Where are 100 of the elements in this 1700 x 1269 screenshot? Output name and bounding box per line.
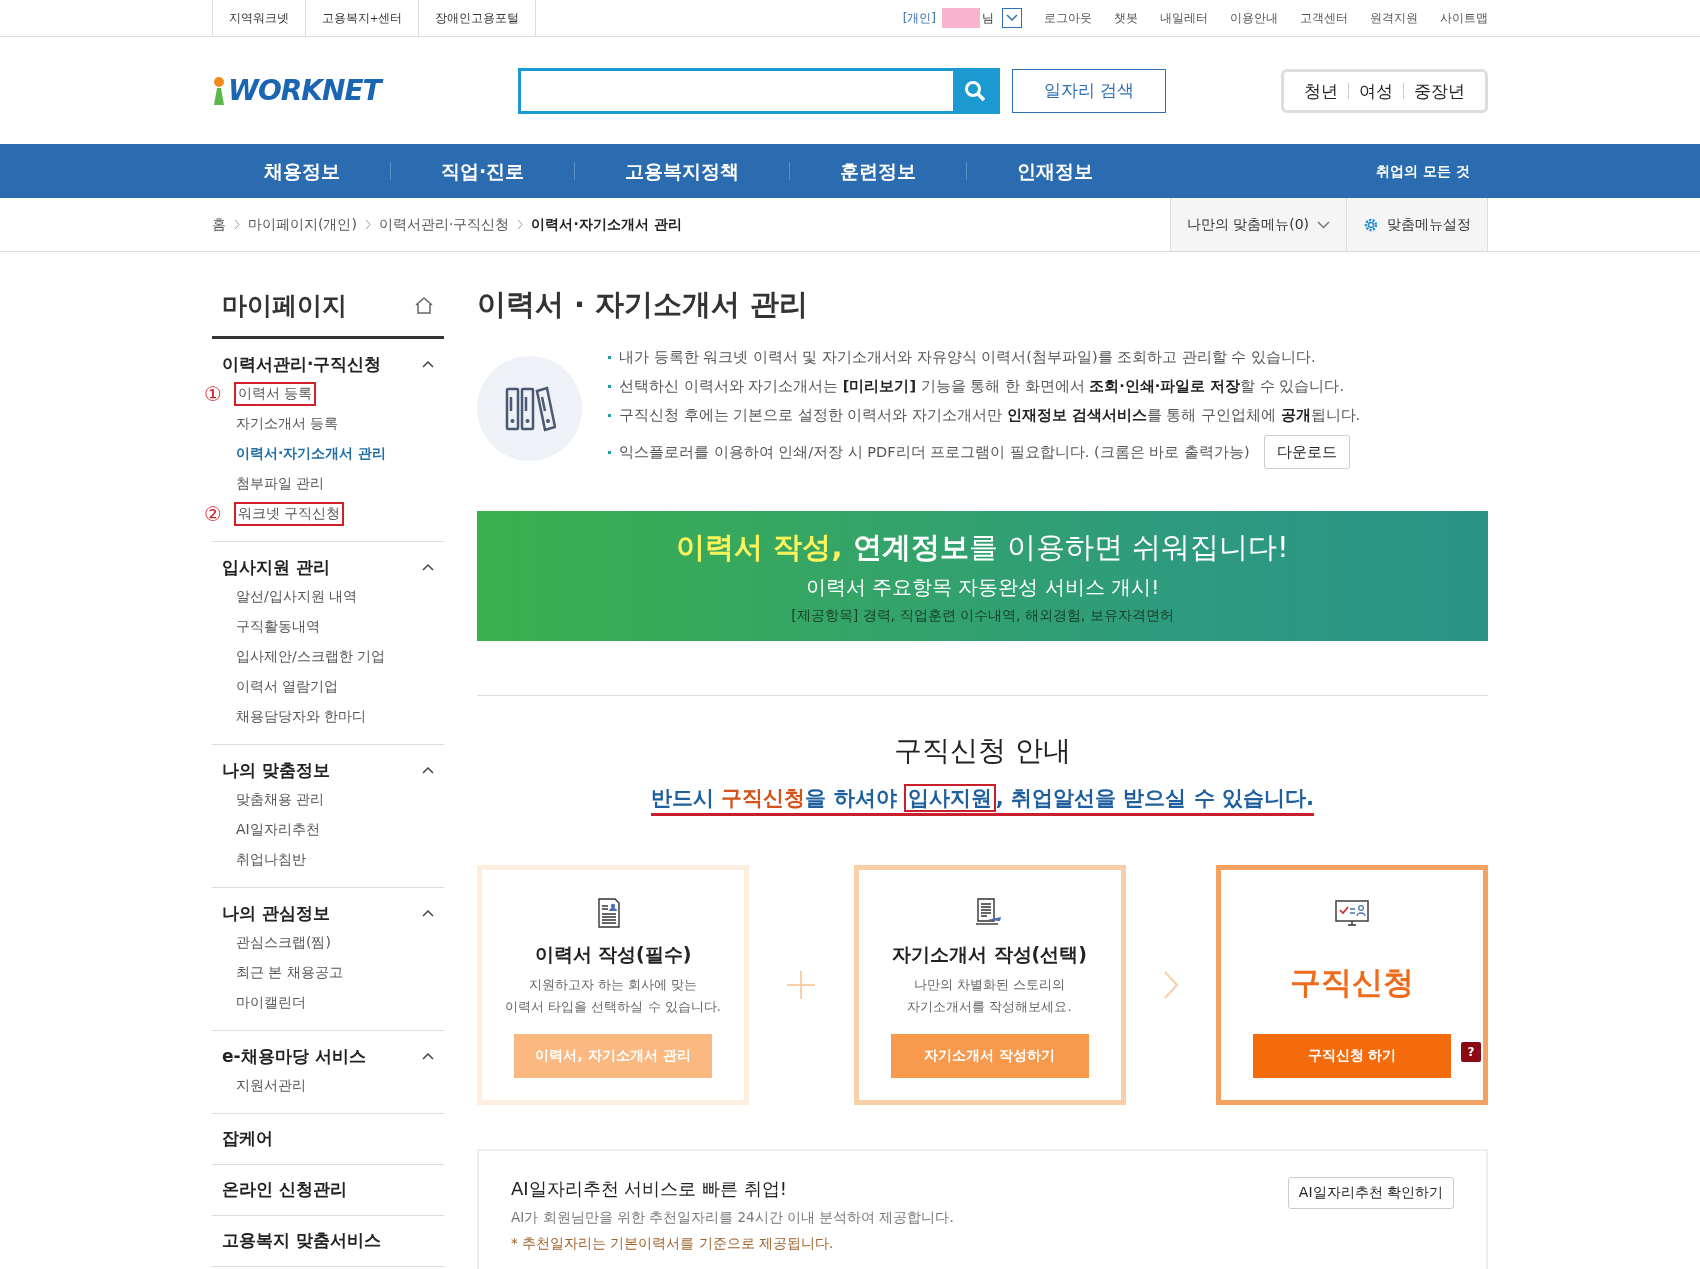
banner-headline: 이력서 작성, 연계정보를 이용하면 쉬워집니다! xyxy=(676,528,1289,566)
chevron-right-icon xyxy=(517,219,524,230)
sidebar-item[interactable]: 지원서관리 xyxy=(234,1076,308,1096)
top-link[interactable]: 고객센터 xyxy=(1300,9,1348,27)
breadcrumb-item: 이력서·자기소개서 관리 xyxy=(531,215,682,234)
info-text: 익스플로러를 이용하여 인쇄/저장 시 PDF리더 프로그램이 필요합니다. (크롬은 바로 출력가능) xyxy=(619,442,1250,462)
page-title: 이력서 · 자기소개서 관리 xyxy=(477,286,810,323)
monitor-checklist-icon xyxy=(1335,898,1369,928)
guide-sentence: 반드시 구직신청을 하셔야 입사지원 , 취업알선을 받으실 수 있습니다. xyxy=(650,784,1315,816)
audience-tab[interactable]: 청년 xyxy=(1294,82,1348,99)
binders-icon xyxy=(503,384,556,433)
sidebar-group-title[interactable]: 고용복지 맞춤서비스 xyxy=(222,1228,381,1252)
help-button[interactable]: ? xyxy=(1461,1042,1481,1062)
chevron-right-icon xyxy=(364,219,371,230)
sidebar-item[interactable]: AI일자리추천 xyxy=(234,820,322,840)
top-link[interactable]: 로그아웃 xyxy=(1044,9,1092,27)
sidebar-item[interactable]: 맞춤채용 관리 xyxy=(234,790,327,810)
annotation-number: ② xyxy=(204,502,222,526)
card-description: 지원하고자 하는 회사에 맞는 이력서 타입을 선택하실 수 있습니다. xyxy=(505,976,721,1016)
bullet-icon xyxy=(608,450,611,454)
chevron-right-icon xyxy=(1163,971,1178,999)
ai-recommend-button[interactable]: AI일자리추천 확인하기 xyxy=(1287,1177,1454,1209)
sidebar-group-title[interactable]: 나의 맞춤정보 xyxy=(222,758,330,782)
banner-subline: 이력서 주요항목 자동완성 서비스 개시! xyxy=(805,573,1160,601)
sidebar-item[interactable]: 이력서 등록 xyxy=(234,382,317,406)
nav-item[interactable]: 고용복지정책 xyxy=(574,162,790,180)
sidebar-item[interactable]: 마이캘린더 xyxy=(234,993,308,1013)
top-link[interactable]: 이용안내 xyxy=(1230,9,1278,27)
job-search-button[interactable]: 일자리 검색 xyxy=(1012,68,1166,113)
sidebar-group-title[interactable]: e-채용마당 서비스 xyxy=(222,1044,366,1068)
top-link[interactable]: 내일레터 xyxy=(1160,9,1208,27)
top-link[interactable]: 사이트맵 xyxy=(1440,9,1488,27)
annotation-number: ① xyxy=(204,382,222,406)
chevron-up-icon[interactable] xyxy=(422,1052,434,1060)
sidebar-item[interactable]: 자기소개서 등록 xyxy=(234,414,341,434)
sidebar-item[interactable]: 워크넷 구직신청 xyxy=(234,502,345,526)
gear-icon xyxy=(1363,216,1379,233)
promo-banner[interactable]: 이력서 작성, 연계정보를 이용하면 쉬워집니다! 이력서 주요항목 자동완성 서비스 개시! [제공항목] 경력, 직업훈련 이수내역, 해외경험, 보유자격면허 xyxy=(477,511,1488,641)
user-suffix: 님 xyxy=(982,9,994,27)
section-title: 구직신청 안내 xyxy=(894,733,1071,769)
nav-link[interactable]: 취업의 모든 것 xyxy=(1358,162,1488,180)
sidebar-item[interactable]: 관심스크랩(찜) xyxy=(234,933,333,953)
top-link[interactable]: 장애인고용포털 xyxy=(419,0,537,36)
nav-item[interactable]: 채용정보 xyxy=(212,162,390,180)
sidebar-item[interactable]: 구직활동내역 xyxy=(234,617,322,637)
sidebar-group-title[interactable]: 입사지원 관리 xyxy=(222,555,330,579)
dropdown-button[interactable] xyxy=(1002,8,1022,28)
sidebar-item[interactable]: 첨부파일 관리 xyxy=(234,474,327,494)
chevron-up-icon[interactable] xyxy=(422,766,434,774)
panel-title: AI일자리추천 서비스로 빠른 취업! xyxy=(511,1177,788,1201)
sidebar-title: 마이페이지 xyxy=(222,289,347,322)
chevron-up-icon[interactable] xyxy=(422,563,434,571)
home-icon[interactable] xyxy=(414,296,434,314)
chevron-up-icon[interactable] xyxy=(422,909,434,917)
plus-icon xyxy=(787,971,816,999)
chevron-right-icon xyxy=(234,219,240,230)
sidebar-group-title[interactable]: 잡케어 xyxy=(222,1126,273,1150)
chevron-up-icon[interactable] xyxy=(422,360,434,368)
user-type-label: [개인] xyxy=(902,9,936,27)
top-link[interactable]: 챗봇 xyxy=(1114,9,1138,27)
top-link[interactable]: 원격지원 xyxy=(1370,9,1418,27)
chevron-down-icon xyxy=(1006,14,1018,22)
bullet-icon xyxy=(608,385,611,388)
card-description: 나만의 차별화된 스토리의 자기소개서를 작성해보세요. xyxy=(907,976,1072,1016)
my-menu-button[interactable]: 나만의 맞춤메뉴(0) xyxy=(1169,198,1346,251)
sidebar-item[interactable]: 취업나침반 xyxy=(234,850,308,870)
search-button[interactable] xyxy=(953,70,997,111)
nav-item[interactable]: 훈련정보 xyxy=(789,162,967,180)
breadcrumb-item[interactable]: 마이페이지(개인) xyxy=(248,215,357,234)
audience-tab[interactable]: 중장년 xyxy=(1403,82,1475,99)
sidebar-item[interactable]: 채용담당자와 한마디 xyxy=(234,707,369,727)
breadcrumb-item[interactable]: 이력서관리·구직신청 xyxy=(378,215,510,234)
sidebar-item[interactable]: 이력서·자기소개서 관리 xyxy=(234,444,389,464)
menu-settings-button[interactable]: 맞춤메뉴설정 xyxy=(1346,198,1488,251)
person-icon xyxy=(212,75,226,106)
card-title: 자기소개서 작성(선택) xyxy=(892,942,1087,967)
card-title: 이력서 작성(필수) xyxy=(534,942,692,967)
info-text: 내가 등록한 워크넷 이력서 및 자기소개서와 자유양식 이력서(첨부파일)를 조회하고 관리할 수 있습니다. xyxy=(619,348,1316,367)
bullet-icon xyxy=(608,356,611,359)
nav-item[interactable]: 직업·진로 xyxy=(390,162,575,180)
sidebar-group-title[interactable]: 이력서관리·구직신청 xyxy=(222,352,382,376)
breadcrumb-item[interactable]: 홈 xyxy=(212,215,226,234)
top-link[interactable]: 지역워크넷 xyxy=(213,0,306,36)
info-text: 선택하신 이력서와 자기소개서는 [미리보기] 기능을 통해 한 화면에서 조회·인쇄·파일로 저장할 수 있습니다. xyxy=(619,377,1345,396)
download-button[interactable]: 다운로드 xyxy=(1263,435,1350,469)
redacted-name xyxy=(942,8,980,28)
audience-tab[interactable]: 여성 xyxy=(1348,82,1403,99)
nav-item[interactable]: 인재정보 xyxy=(966,162,1144,180)
card-title: 구직신청 xyxy=(1290,963,1414,1002)
sidebar-group-title[interactable]: 나의 관심정보 xyxy=(222,901,330,925)
sidebar-item[interactable]: 이력서 열람기업 xyxy=(234,677,341,697)
banner-note: [제공항목] 경력, 직업훈련 이수내역, 해외경험, 보유자격면허 xyxy=(791,606,1174,625)
info-text: 구직신청 후에는 기본으로 설정한 이력서와 자기소개서만 인재정보 검색서비스를 통해 구인업체에 공개됩니다. xyxy=(619,406,1361,425)
search-field[interactable] xyxy=(518,67,1000,114)
chevron-down-icon xyxy=(1317,220,1330,229)
logo[interactable]: WORKNET xyxy=(212,74,518,107)
sidebar-item[interactable]: 입사제안/스크랩한 기업 xyxy=(234,647,388,667)
sidebar-group-title[interactable]: 온라인 신청관리 xyxy=(222,1177,347,1201)
sidebar-item[interactable]: 최근 본 채용공고 xyxy=(234,963,345,983)
sidebar-item[interactable]: 알선/입사지원 내역 xyxy=(234,587,360,607)
